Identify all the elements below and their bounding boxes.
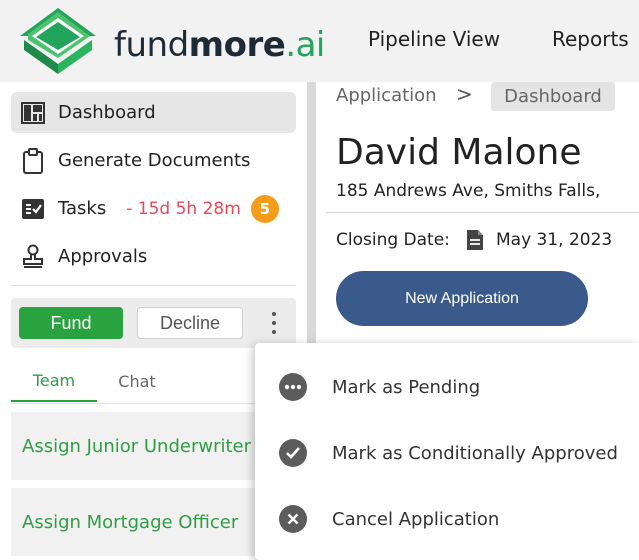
sidebar-item-label: Dashboard: [58, 102, 156, 123]
tab-team[interactable]: Team: [11, 360, 97, 402]
sidebar-divider: [11, 285, 296, 286]
more-horizontal-icon: [279, 373, 307, 401]
assign-junior-underwriter-card[interactable]: Assign Junior Underwriter: [11, 412, 296, 480]
menu-item-label: Mark as Conditionally Approved: [332, 442, 618, 464]
sidebar-item-dashboard[interactable]: Dashboard: [11, 92, 296, 133]
logo-word-ai: .ai: [285, 25, 325, 65]
clipboard-icon: [20, 147, 46, 174]
decision-action-row: Fund Decline: [11, 298, 296, 348]
menu-item-label: Cancel Application: [332, 508, 500, 530]
menu-item-mark-pending[interactable]: Mark as Pending: [255, 357, 639, 417]
logo-wordmark: fundmore.ai: [114, 25, 325, 65]
tabs-divider: [11, 403, 296, 404]
page-title: David Malone: [336, 132, 582, 173]
closing-date-label: Closing Date:: [336, 230, 450, 250]
sidebar-item-label: Generate Documents: [58, 150, 251, 171]
nav-reports[interactable]: Reports: [552, 27, 629, 51]
breadcrumb-application[interactable]: Application: [336, 85, 437, 106]
fund-button[interactable]: Fund: [19, 307, 123, 339]
assign-mortgage-officer-card[interactable]: Assign Mortgage Officer: [11, 488, 296, 556]
dashboard-icon: [20, 100, 46, 126]
application-actions-menu: Mark as Pending Mark as Conditionally Ap…: [255, 343, 639, 560]
decline-button[interactable]: Decline: [137, 307, 243, 339]
sidebar-tabs: Team Chat: [11, 360, 296, 404]
stamp-icon: [20, 244, 46, 270]
close-circle-icon: [279, 505, 307, 533]
top-header: fundmore.ai Pipeline View Reports: [0, 0, 639, 82]
menu-item-label: Mark as Pending: [332, 376, 481, 398]
breadcrumb-dashboard: Dashboard: [491, 82, 615, 111]
chevron-right-icon: >: [456, 82, 473, 106]
task-timer: - 15d 5h 28m: [126, 198, 241, 219]
logo-word-fund: fund: [114, 25, 189, 65]
nav-pipeline-view[interactable]: Pipeline View: [368, 27, 500, 51]
menu-item-cancel-application[interactable]: Cancel Application: [255, 489, 639, 549]
assign-mortgage-officer-link[interactable]: Assign Mortgage Officer: [22, 512, 238, 533]
closing-date-value: May 31, 2023: [496, 230, 613, 250]
check-circle-icon: [279, 439, 307, 467]
more-vertical-icon[interactable]: [266, 310, 282, 336]
document-icon: [467, 230, 483, 250]
sidebar-item-tasks[interactable]: Tasks - 15d 5h 28m 5: [11, 188, 296, 229]
fundmore-logo[interactable]: fundmore.ai: [18, 6, 325, 76]
sidebar-item-generate-documents[interactable]: Generate Documents: [11, 140, 296, 181]
property-address: 185 Andrews Ave, Smiths Falls,: [336, 181, 601, 201]
new-application-button[interactable]: New Application: [336, 271, 588, 326]
menu-item-mark-conditionally-approved[interactable]: Mark as Conditionally Approved: [255, 423, 639, 483]
logo-word-more: more: [188, 25, 286, 65]
sidebar-item-label: Tasks: [58, 198, 107, 219]
house-logo-icon: [20, 8, 96, 74]
assign-junior-underwriter-link[interactable]: Assign Junior Underwriter: [22, 436, 251, 457]
sidebar-item-label: Approvals: [58, 246, 148, 267]
tasks-icon: [20, 196, 46, 222]
tab-chat[interactable]: Chat: [97, 360, 177, 402]
main-divider: [326, 212, 639, 213]
sidebar-item-approvals[interactable]: Approvals: [11, 236, 296, 277]
task-count-badge: 5: [250, 194, 279, 223]
